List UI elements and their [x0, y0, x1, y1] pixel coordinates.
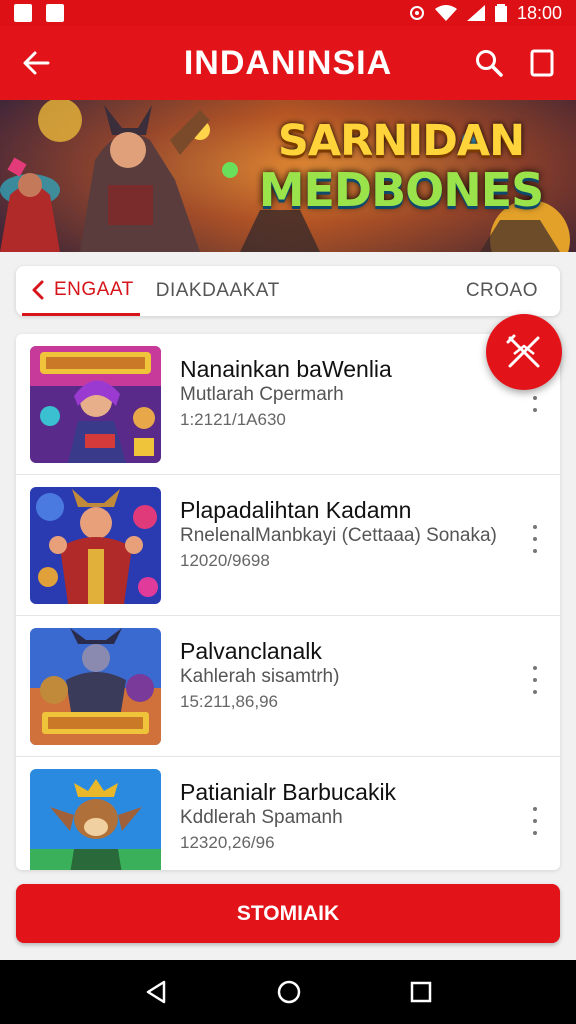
more-options-icon[interactable]: [528, 807, 542, 835]
wifi-icon: [434, 5, 457, 21]
list-item[interactable]: Plapadalihtan Kadamn RnelenalManbkayi (C…: [16, 475, 560, 616]
game-thumbnail: [30, 628, 161, 745]
fab-button[interactable]: [486, 314, 562, 390]
game-thumbnail: [30, 769, 161, 870]
banner-title-line2: MEDBONES: [258, 163, 545, 217]
item-title: Plapadalihtan Kadamn: [180, 497, 412, 523]
item-subtitle: Kahlerah sisamtrh): [180, 666, 340, 687]
item-number: 12020/9698: [180, 551, 270, 570]
game-thumbnail: [30, 487, 161, 604]
tab-engaat[interactable]: ENGAAT: [22, 266, 140, 316]
back-arrow-icon: [23, 51, 50, 75]
item-title: Patianialr Barbucakik: [180, 779, 397, 805]
chevron-left-icon: [32, 280, 44, 299]
alarm-icon: [409, 6, 424, 20]
banner-title: SARNIDAN MEDBONES: [246, 116, 556, 217]
list-item[interactable]: Nanainkan baWenlia Mutlarah Cpermarh 1:2…: [16, 334, 560, 475]
tab-label: CROAO: [465, 280, 538, 301]
tab-label: ENGAAT: [54, 278, 134, 300]
tab-croao[interactable]: CROAO: [466, 266, 538, 316]
battery-icon: [494, 4, 507, 22]
more-options-icon[interactable]: [528, 666, 542, 694]
image-icon: [46, 4, 64, 22]
item-number: 12320,26/96: [180, 833, 275, 852]
game-list: Nanainkan baWenlia Mutlarah Cpermarh 1:2…: [16, 334, 560, 870]
notification-icon: [14, 4, 32, 22]
item-number: 15:211,86,96: [180, 692, 278, 711]
tab-label: DIAKDAAKAT: [155, 280, 280, 301]
list-item[interactable]: Palvanclanalk Kahlerah sisamtrh) 15:211,…: [16, 616, 560, 757]
item-subtitle: Mutlarah Cpermarh: [180, 384, 344, 405]
crossed-tools-icon: [506, 334, 540, 368]
tab-bar: ENGAAT DIAKDAAKAT CROAO: [16, 266, 560, 316]
square-icon[interactable]: [530, 49, 554, 77]
primary-action-button[interactable]: STOMIAIK: [16, 884, 560, 943]
game-thumbnail: [30, 346, 161, 463]
item-number: 1:2121/1A630: [180, 410, 286, 429]
item-title: Palvanclanalk: [180, 638, 322, 664]
nav-back-icon[interactable]: [144, 979, 168, 1005]
app-title: INDANINSIA: [183, 43, 393, 82]
status-time: 18:00: [516, 2, 562, 23]
item-subtitle: Kddlerah Spamanh: [180, 807, 343, 828]
more-options-icon[interactable]: [528, 525, 542, 553]
list-item[interactable]: Patianialr Barbucakik Kddlerah Spamanh 1…: [16, 757, 560, 870]
signal-icon: [466, 5, 485, 21]
app-bar: INDANINSIA: [0, 26, 576, 100]
nav-home-icon[interactable]: [276, 979, 302, 1005]
nav-recents-icon[interactable]: [410, 981, 432, 1003]
item-subtitle: RnelenalManbkayi (Cettaaa) Sonaka): [180, 525, 497, 546]
banner-title-line1: SARNIDAN: [277, 116, 525, 166]
promo-banner[interactable]: SARNIDAN MEDBONES: [0, 100, 576, 252]
system-nav-bar: [0, 960, 576, 1024]
search-icon[interactable]: [474, 48, 504, 78]
status-bar: 18:00: [0, 0, 576, 26]
item-title: Nanainkan baWenlia: [180, 356, 392, 382]
tab-diakdaakat[interactable]: DIAKDAAKAT: [156, 266, 280, 316]
back-button[interactable]: [0, 49, 72, 77]
